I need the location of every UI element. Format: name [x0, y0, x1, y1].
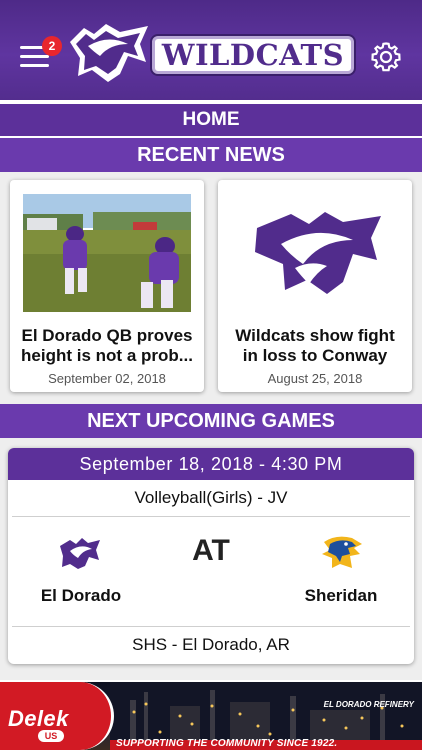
game-sport: Volleyball(Girls) - JV — [134, 488, 288, 507]
upcoming-games-heading: NEXT UPCOMING GAMES — [0, 404, 422, 438]
game-card[interactable]: September 18, 2018 - 4:30 PM Volleyball(… — [8, 448, 414, 664]
refinery-image — [110, 682, 422, 742]
delek-logo: Delek US — [0, 682, 114, 750]
wildcat-logo-icon — [70, 24, 148, 82]
ad-brand: Delek — [8, 706, 69, 731]
game-venue: SHS - El Dorado, AR — [132, 635, 290, 654]
news-card[interactable]: El Dorado QB proves height is not a prob… — [10, 180, 204, 392]
game-datetime: September 18, 2018 - 4:30 PM — [8, 448, 414, 480]
brand-wordmark: WILDCATS — [152, 36, 354, 74]
page-title: HOME — [0, 104, 422, 136]
ad-slogan: SUPPORTING THE COMMUNITY SINCE 1922. — [116, 738, 338, 749]
recent-news-heading: RECENT NEWS — [0, 138, 422, 172]
news-date: September 02, 2018 — [48, 371, 166, 386]
news-title: El Dorado QB proves — [21, 326, 193, 345]
ad-caption: EL DORADO REFINERY — [323, 700, 414, 709]
sheridan-logo-icon — [322, 536, 362, 568]
sponsor-ad-banner[interactable]: Delek US EL DORADO REFINERY SUPPORTING T… — [0, 682, 422, 750]
gear-icon[interactable] — [370, 41, 402, 73]
notification-badge: 2 — [42, 36, 62, 56]
home-team-name: El Dorado — [40, 586, 122, 605]
news-title: Wildcats show fight — [235, 326, 395, 345]
away-team-name: Sheridan — [304, 586, 378, 605]
news-title: height is not a prob... — [21, 346, 193, 365]
football-photo — [23, 194, 191, 312]
divider — [12, 516, 410, 517]
ad-brand-sub: US — [38, 730, 64, 742]
wildcat-logo-icon — [231, 194, 399, 312]
divider — [12, 626, 410, 627]
news-card[interactable]: Wildcats show fight in loss to Conway Au… — [218, 180, 412, 392]
news-date: August 25, 2018 — [267, 371, 363, 386]
app-header: 2 WILDCATS — [0, 0, 422, 100]
news-title: in loss to Conway — [242, 346, 388, 365]
brand-title: WILDCATS — [161, 38, 345, 72]
